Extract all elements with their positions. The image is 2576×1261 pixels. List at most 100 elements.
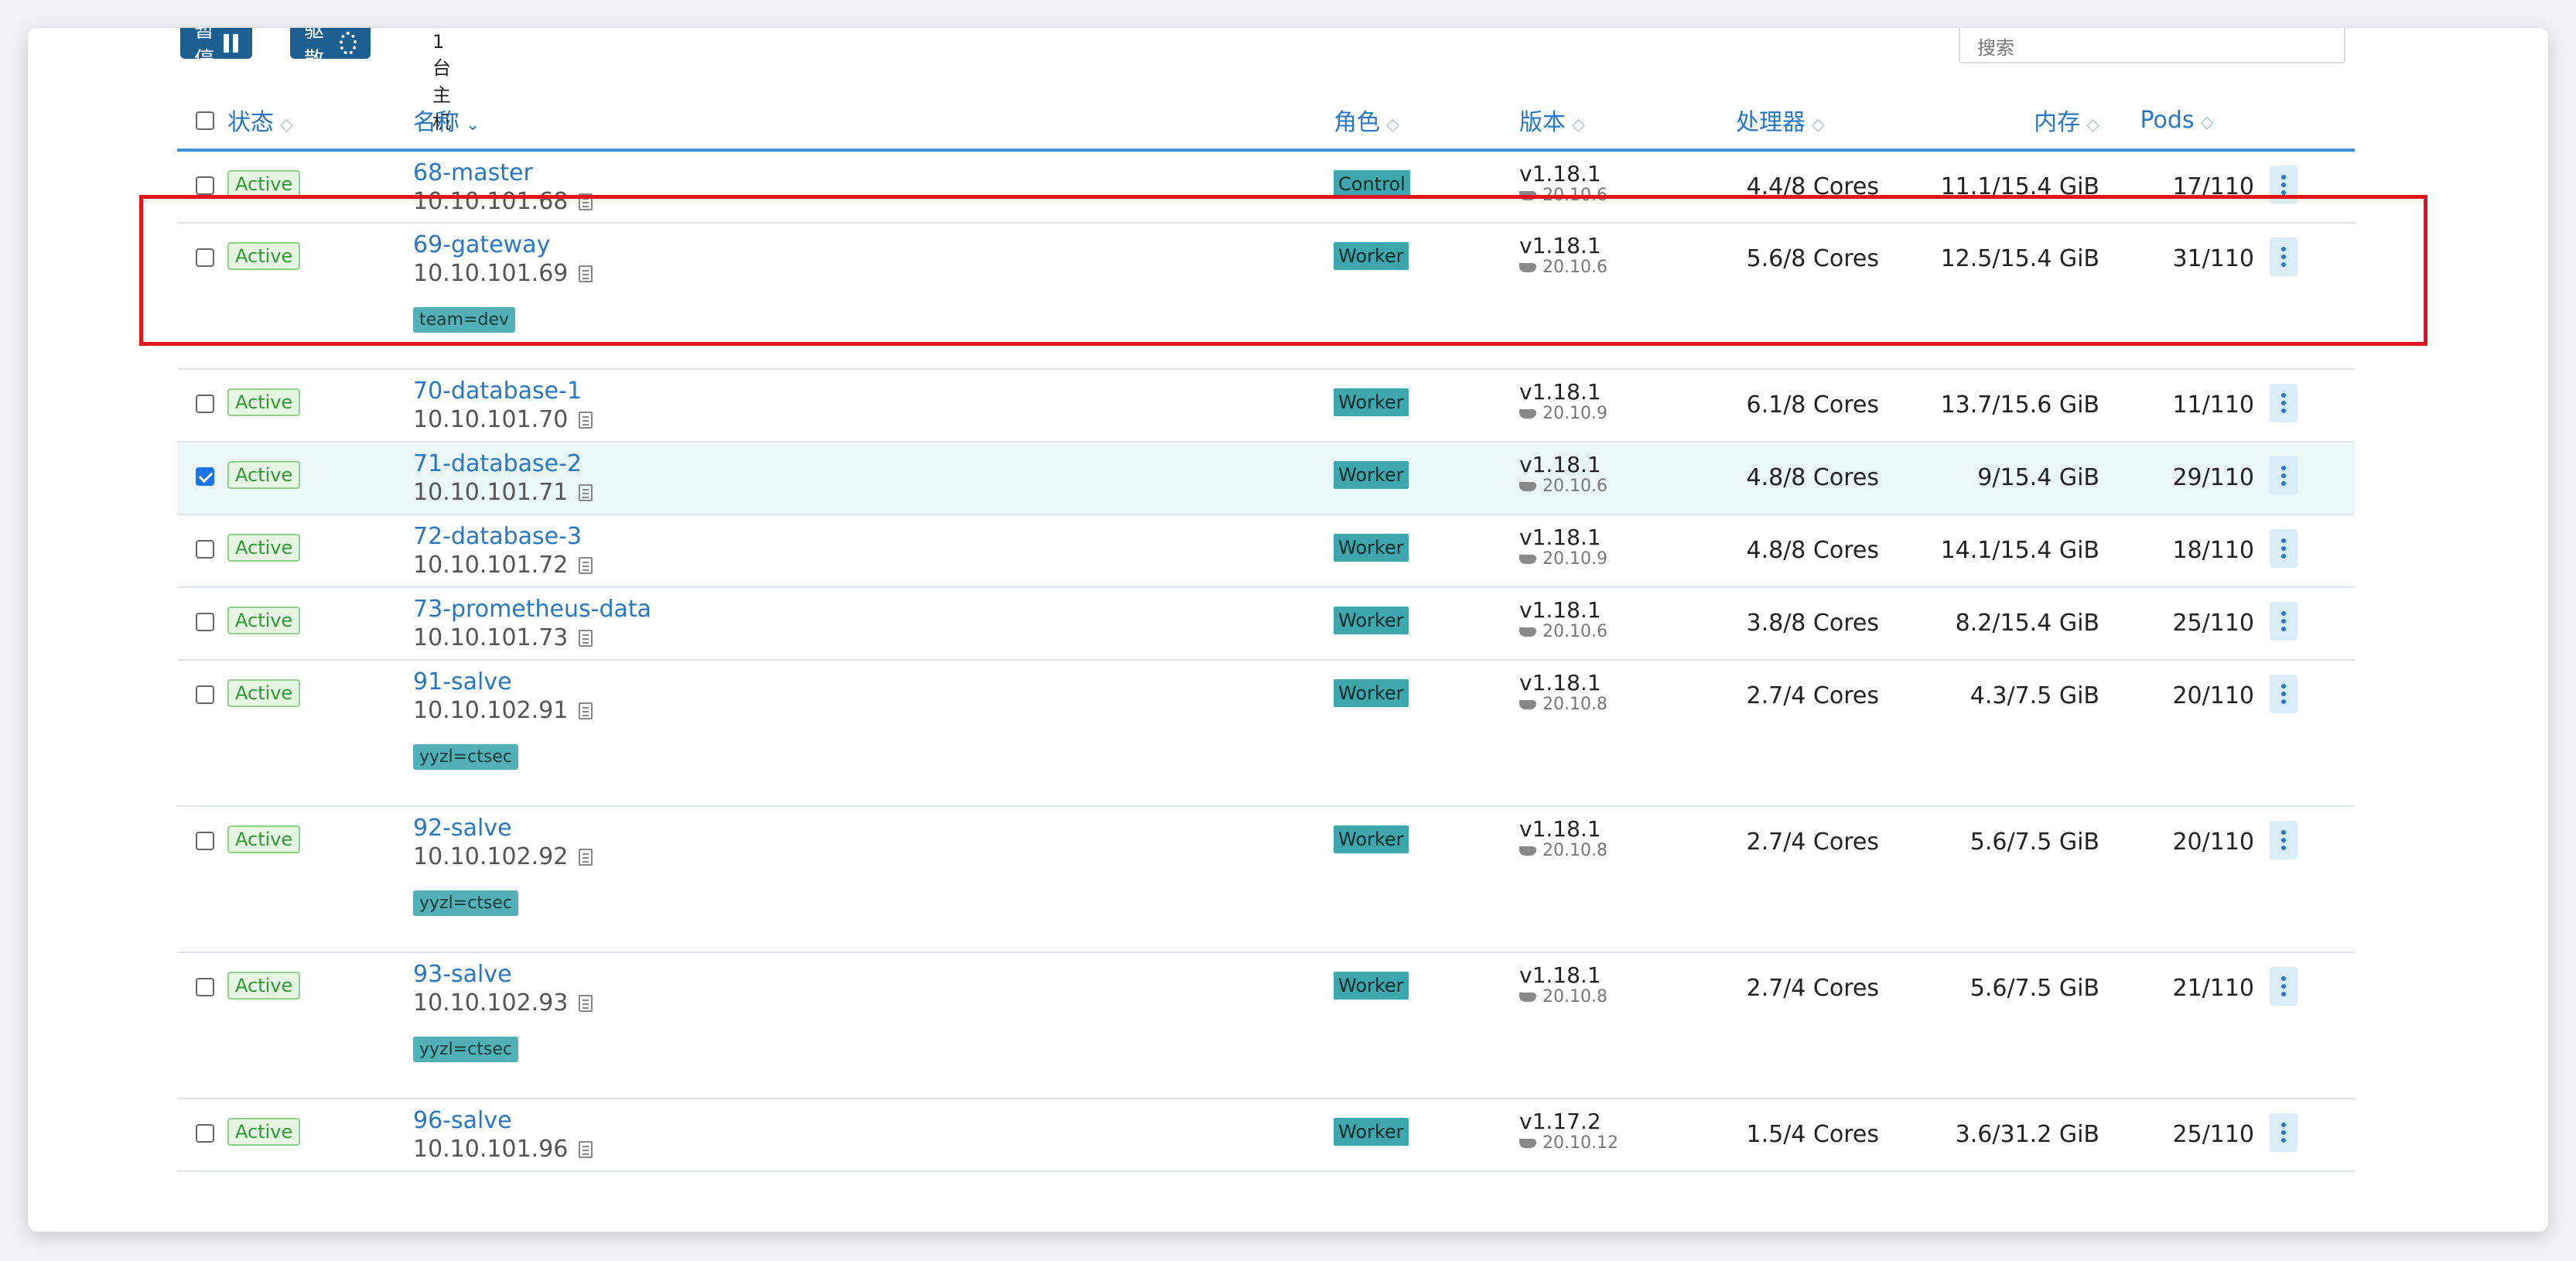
- row-checkbox[interactable]: [196, 176, 214, 195]
- copy-icon[interactable]: [579, 702, 593, 719]
- node-ip-text: 10.10.101.72: [413, 552, 569, 579]
- table-row[interactable]: Active 96-salve 10.10.101.96 Worker v1.1…: [177, 1099, 2355, 1172]
- column-role[interactable]: 角色 ◇: [1334, 91, 1519, 152]
- node-name-link[interactable]: 93-salve: [413, 961, 1334, 988]
- status-badge: Active: [227, 825, 301, 853]
- more-actions-icon[interactable]: [2270, 456, 2298, 495]
- table-row[interactable]: Active 72-database-3 10.10.101.72 Worker…: [177, 514, 2355, 588]
- name-cell: 96-salve 10.10.101.96: [413, 1099, 1334, 1172]
- column-cpu-label: 处理器: [1736, 109, 1806, 136]
- more-actions-icon[interactable]: [2270, 675, 2298, 713]
- kube-version: v1.18.1: [1519, 962, 1601, 988]
- kube-version: v1.18.1: [1519, 233, 1601, 258]
- label-tag: yyzl=ctsec: [413, 744, 518, 770]
- copy-icon[interactable]: [579, 411, 593, 429]
- row-checkbox[interactable]: [196, 540, 214, 559]
- sort-icon: ◇: [1572, 115, 1585, 135]
- row-checkbox[interactable]: [196, 832, 214, 850]
- table-row[interactable]: Active 73-prometheus-data 10.10.101.73 W…: [177, 587, 2355, 661]
- memory-cell: 5.6/7.5 GiB: [1879, 952, 2099, 1099]
- more-actions-icon[interactable]: [2270, 166, 2298, 204]
- node-name-link[interactable]: 68-master: [413, 159, 1334, 186]
- copy-icon[interactable]: [579, 265, 593, 282]
- table-row[interactable]: Active 69-gateway 10.10.101.69 team=dev …: [177, 223, 2355, 370]
- column-pods[interactable]: Pods ◇: [2099, 91, 2254, 152]
- status-badge: Active: [227, 170, 301, 198]
- memory-cell: 11.1/15.4 GiB: [1879, 150, 2099, 224]
- copy-icon[interactable]: [579, 848, 593, 866]
- node-name-link[interactable]: 73-prometheus-data: [413, 596, 1334, 623]
- version-cell: v1.18.1 20.10.9: [1519, 514, 1682, 588]
- row-checkbox[interactable]: [196, 978, 214, 996]
- sort-icon: ◇: [2086, 115, 2099, 135]
- node-ip-text: 10.10.101.68: [413, 188, 569, 215]
- table-row[interactable]: Active 93-salve 10.10.102.93 yyzl=ctsec …: [177, 952, 2355, 1099]
- table-row[interactable]: Active 68-master 10.10.101.68 Control v1…: [177, 150, 2355, 224]
- node-name-link[interactable]: 69-gateway: [413, 231, 1334, 258]
- node-name-link[interactable]: 91-salve: [413, 668, 1334, 695]
- table-row[interactable]: Active 92-salve 10.10.102.92 yyzl=ctsec …: [177, 806, 2355, 953]
- status-badge: Active: [227, 534, 301, 562]
- role-badge: Worker: [1334, 679, 1409, 707]
- copy-icon[interactable]: [579, 629, 593, 647]
- node-name-link[interactable]: 92-salve: [413, 815, 1334, 842]
- version-cell: v1.18.1 20.10.8: [1519, 660, 1682, 807]
- row-select-cell: [177, 587, 227, 661]
- docker-version-text: 20.10.6: [1543, 476, 1607, 496]
- actions-cell: [2254, 660, 2355, 807]
- more-actions-icon[interactable]: [2270, 967, 2298, 1006]
- pods-cell: 11/110: [2099, 369, 2254, 443]
- actions-cell: [2254, 587, 2355, 661]
- pause-button-label: 暂停: [194, 28, 215, 71]
- docker-version-text: 20.10.6: [1543, 185, 1607, 205]
- copy-icon[interactable]: [579, 556, 593, 574]
- pods-cell: 18/110: [2099, 514, 2254, 588]
- node-ip: 10.10.101.73: [413, 624, 1334, 651]
- column-name[interactable]: 名称 ⌄: [413, 91, 1334, 152]
- actions-cell: [2254, 223, 2355, 370]
- column-cpu[interactable]: 处理器 ◇: [1682, 91, 1879, 152]
- version-cell: v1.18.1 20.10.6: [1519, 150, 1682, 224]
- docker-version-text: 20.10.8: [1543, 986, 1607, 1006]
- column-version[interactable]: 版本 ◇: [1519, 91, 1682, 152]
- more-actions-icon[interactable]: [2270, 384, 2298, 422]
- more-actions-icon[interactable]: [2270, 602, 2298, 641]
- more-actions-icon[interactable]: [2270, 529, 2298, 568]
- cpu-cell: 4.8/8 Cores: [1682, 442, 1879, 515]
- row-checkbox[interactable]: [196, 1124, 214, 1143]
- more-actions-icon[interactable]: [2270, 821, 2298, 859]
- row-checkbox[interactable]: [196, 685, 214, 704]
- pause-button[interactable]: 暂停: [180, 28, 253, 71]
- row-checkbox[interactable]: [196, 395, 214, 413]
- row-checkbox[interactable]: [196, 467, 214, 486]
- column-memory[interactable]: 内存 ◇: [1879, 91, 2099, 152]
- copy-icon[interactable]: [579, 484, 593, 501]
- more-actions-icon[interactable]: [2270, 238, 2298, 276]
- more-actions-icon[interactable]: [2270, 1113, 2298, 1152]
- row-checkbox[interactable]: [196, 248, 214, 267]
- table-row[interactable]: Active 70-database-1 10.10.101.70 Worker…: [177, 369, 2355, 443]
- node-ip: 10.10.102.91: [413, 697, 1334, 724]
- kube-version: v1.18.1: [1519, 525, 1601, 550]
- node-name-link[interactable]: 72-database-3: [413, 523, 1334, 550]
- node-name-link[interactable]: 96-salve: [413, 1107, 1334, 1134]
- node-name-link[interactable]: 70-database-1: [413, 378, 1334, 405]
- table-row[interactable]: Active 91-salve 10.10.102.91 yyzl=ctsec …: [177, 660, 2355, 807]
- copy-icon[interactable]: [579, 994, 593, 1012]
- select-all-checkbox[interactable]: [196, 111, 214, 130]
- cpu-cell: 2.7/4 Cores: [1682, 660, 1879, 807]
- search-input[interactable]: [1959, 28, 2345, 63]
- kube-version: v1.18.1: [1519, 597, 1601, 623]
- pods-cell: 31/110: [2099, 223, 2254, 370]
- node-name-link[interactable]: 71-database-2: [413, 450, 1334, 477]
- column-status[interactable]: 状态 ◇: [227, 91, 413, 152]
- table-row[interactable]: Active 71-database-2 10.10.101.71 Worker…: [177, 442, 2355, 515]
- pods-cell: 25/110: [2099, 587, 2254, 661]
- memory-cell: 14.1/15.4 GiB: [1879, 514, 2099, 588]
- copy-icon[interactable]: [579, 193, 593, 210]
- copy-icon[interactable]: [579, 1140, 593, 1158]
- pods-cell: 21/110: [2099, 952, 2254, 1099]
- drain-button[interactable]: 驱散: [290, 28, 371, 71]
- drain-button-label: 驱散: [304, 28, 325, 71]
- row-checkbox[interactable]: [196, 613, 214, 631]
